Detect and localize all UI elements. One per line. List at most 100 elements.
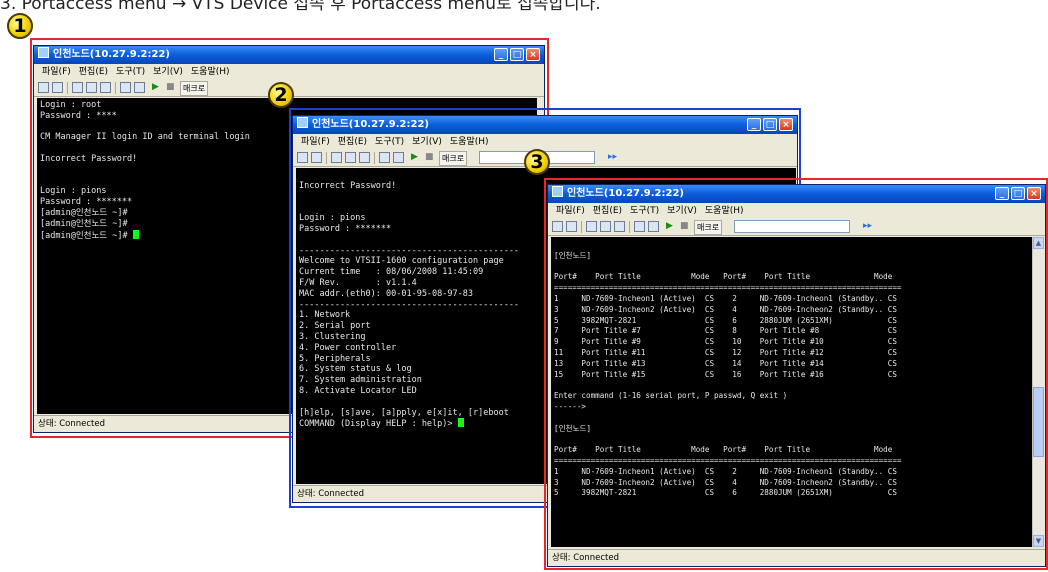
menu-view[interactable]: 보기(V) (667, 203, 697, 219)
status-bar: 상태: Connected (548, 549, 1045, 566)
play-icon[interactable]: ▶ (411, 152, 418, 163)
screen-icon[interactable] (120, 82, 131, 93)
play-icon[interactable]: ▶ (152, 82, 159, 93)
menu-file[interactable]: 파일(F) (556, 203, 585, 219)
terminal-output[interactable]: [인천노드] Port# Port Title Mode Port# Port T… (551, 237, 1032, 547)
terminal-cursor (457, 418, 464, 428)
host-combo[interactable] (734, 220, 850, 233)
macro-button[interactable]: 매크로 (694, 220, 723, 235)
open-icon[interactable] (566, 221, 577, 232)
menu-file[interactable]: 파일(F) (301, 134, 330, 150)
play-icon[interactable]: ▸▸ (863, 221, 872, 232)
screen-icon[interactable] (134, 82, 145, 93)
window-title: 인천노드(10.27.9.2:22) (312, 119, 430, 130)
copy-icon[interactable] (586, 221, 597, 232)
copy-icon[interactable] (331, 152, 342, 163)
step-badge-1: 1 (7, 13, 33, 39)
terminal-line: 9 Port Title #9 CS 10 Port Title #10 CS (554, 337, 897, 347)
minimize-icon[interactable]: _ (747, 118, 761, 131)
macro-button[interactable]: 매크로 (180, 81, 209, 96)
minimize-icon[interactable]: _ (494, 48, 508, 61)
screen-icon[interactable] (648, 221, 659, 232)
terminal-line: ------> (554, 401, 587, 411)
copy-icon[interactable] (359, 152, 370, 163)
title-bar[interactable]: 인천노드(10.27.9.2:22) _ □ × (548, 185, 1045, 203)
terminal-line: 3 ND-7609-Incheon2 (Active) CS 4 ND-7609… (554, 304, 897, 314)
play-icon[interactable]: ▸▸ (608, 152, 617, 163)
open-icon[interactable] (311, 152, 322, 163)
title-bar[interactable]: 인천노드(10.27.9.2:22) _ □ × (293, 116, 797, 134)
menu-bar: 파일(F) 편집(E) 도구(T) 보기(V) 도움말(H) (293, 134, 797, 150)
menu-bar: 파일(F) 편집(E) 도구(T) 보기(V) 도움말(H) (548, 203, 1045, 219)
toolbar: ▶ ■ 매크로 ▸▸ (548, 219, 1045, 236)
paste-icon[interactable] (86, 82, 97, 93)
screen-icon[interactable] (634, 221, 645, 232)
menu-help[interactable]: 도움말(H) (450, 134, 489, 150)
step-badge-3: 3 (524, 149, 550, 175)
copy-icon[interactable] (614, 221, 625, 232)
title-bar[interactable]: 인천노드(10.27.9.2:22) _ □ × (34, 46, 544, 64)
screen-icon[interactable] (379, 152, 390, 163)
save-icon[interactable] (552, 221, 563, 232)
app-icon (297, 117, 308, 128)
paste-icon[interactable] (345, 152, 356, 163)
save-icon[interactable] (297, 152, 308, 163)
close-icon[interactable]: × (526, 48, 540, 61)
window-title: 인천노드(10.27.9.2:22) (53, 49, 171, 60)
menu-file[interactable]: 파일(F) (42, 64, 71, 80)
paste-icon[interactable] (600, 221, 611, 232)
play-icon[interactable]: ▶ (666, 221, 673, 232)
menu-help[interactable]: 도움말(H) (705, 203, 744, 219)
terminal-line: [인천노드] (554, 423, 592, 433)
stop-icon[interactable]: ■ (425, 152, 434, 163)
terminal-line: Port# Port Title Mode Port# Port Title M… (554, 272, 893, 282)
terminal-line: 3 ND-7609-Incheon2 (Active) CS 4 ND-7609… (554, 477, 897, 487)
maximize-icon[interactable]: □ (510, 48, 524, 61)
menu-help[interactable]: 도움말(H) (191, 64, 230, 80)
terminal-line: 11 Port Title #11 CS 12 Port Title #12 C… (554, 347, 897, 357)
terminal-line: 13 Port Title #13 CS 14 Port Title #14 C… (554, 358, 897, 368)
terminal-cursor (132, 229, 139, 239)
stop-icon[interactable]: ■ (680, 221, 689, 232)
terminal-line: 5 3982MQT-2821 CS 6 2880JUM (2651XM) CS (554, 315, 897, 325)
scroll-up-icon[interactable]: ▲ (1033, 237, 1044, 249)
menu-view[interactable]: 보기(V) (412, 134, 442, 150)
terminal-line: 1 ND-7609-Incheon1 (Active) CS 2 ND-7609… (554, 466, 897, 476)
terminal-window-3[interactable]: 인천노드(10.27.9.2:22) _ □ × 파일(F) 편집(E) 도구(T)… (547, 184, 1046, 567)
scroll-thumb[interactable] (1033, 387, 1044, 457)
terminal-line: Port# Port Title Mode Port# Port Title M… (554, 445, 893, 455)
menu-tools[interactable]: 도구(T) (630, 203, 659, 219)
window-title: 인천노드(10.27.9.2:22) (567, 188, 685, 199)
terminal-line: 1 ND-7609-Incheon1 (Active) CS 2 ND-7609… (554, 293, 897, 303)
menu-tools[interactable]: 도구(T) (116, 64, 145, 80)
screen-icon[interactable] (393, 152, 404, 163)
maximize-icon[interactable]: □ (1011, 187, 1025, 200)
copy-icon[interactable] (100, 82, 111, 93)
terminal-line: 7 Port Title #7 CS 8 Port Title #8 CS (554, 326, 897, 336)
menu-view[interactable]: 보기(V) (153, 64, 183, 80)
terminal-line: 5 3982MQT-2821 CS 6 2880JUM (2651XM) CS (554, 488, 897, 498)
app-icon (38, 47, 49, 58)
menu-tools[interactable]: 도구(T) (375, 134, 404, 150)
copy-icon[interactable] (72, 82, 83, 93)
menu-edit[interactable]: 편집(E) (338, 134, 367, 150)
terminal-line: [인천노드] (554, 250, 592, 260)
macro-button[interactable]: 매크로 (439, 151, 468, 166)
stop-icon[interactable]: ■ (166, 82, 175, 93)
menu-edit[interactable]: 편집(E) (593, 203, 622, 219)
maximize-icon[interactable]: □ (763, 118, 777, 131)
vertical-scrollbar[interactable]: ▲ ▼ (1032, 237, 1044, 547)
menu-edit[interactable]: 편집(E) (79, 64, 108, 80)
instruction-caption: 3. Portaccess menu → VTS Device 접속 후 Por… (0, 0, 601, 14)
save-icon[interactable] (38, 82, 49, 93)
close-icon[interactable]: × (1027, 187, 1041, 200)
terminal-line: 15 Port Title #15 CS 16 Port Title #16 C… (554, 369, 897, 379)
scroll-down-icon[interactable]: ▼ (1033, 535, 1044, 547)
minimize-icon[interactable]: _ (995, 187, 1009, 200)
open-icon[interactable] (52, 82, 63, 93)
close-icon[interactable]: × (779, 118, 793, 131)
